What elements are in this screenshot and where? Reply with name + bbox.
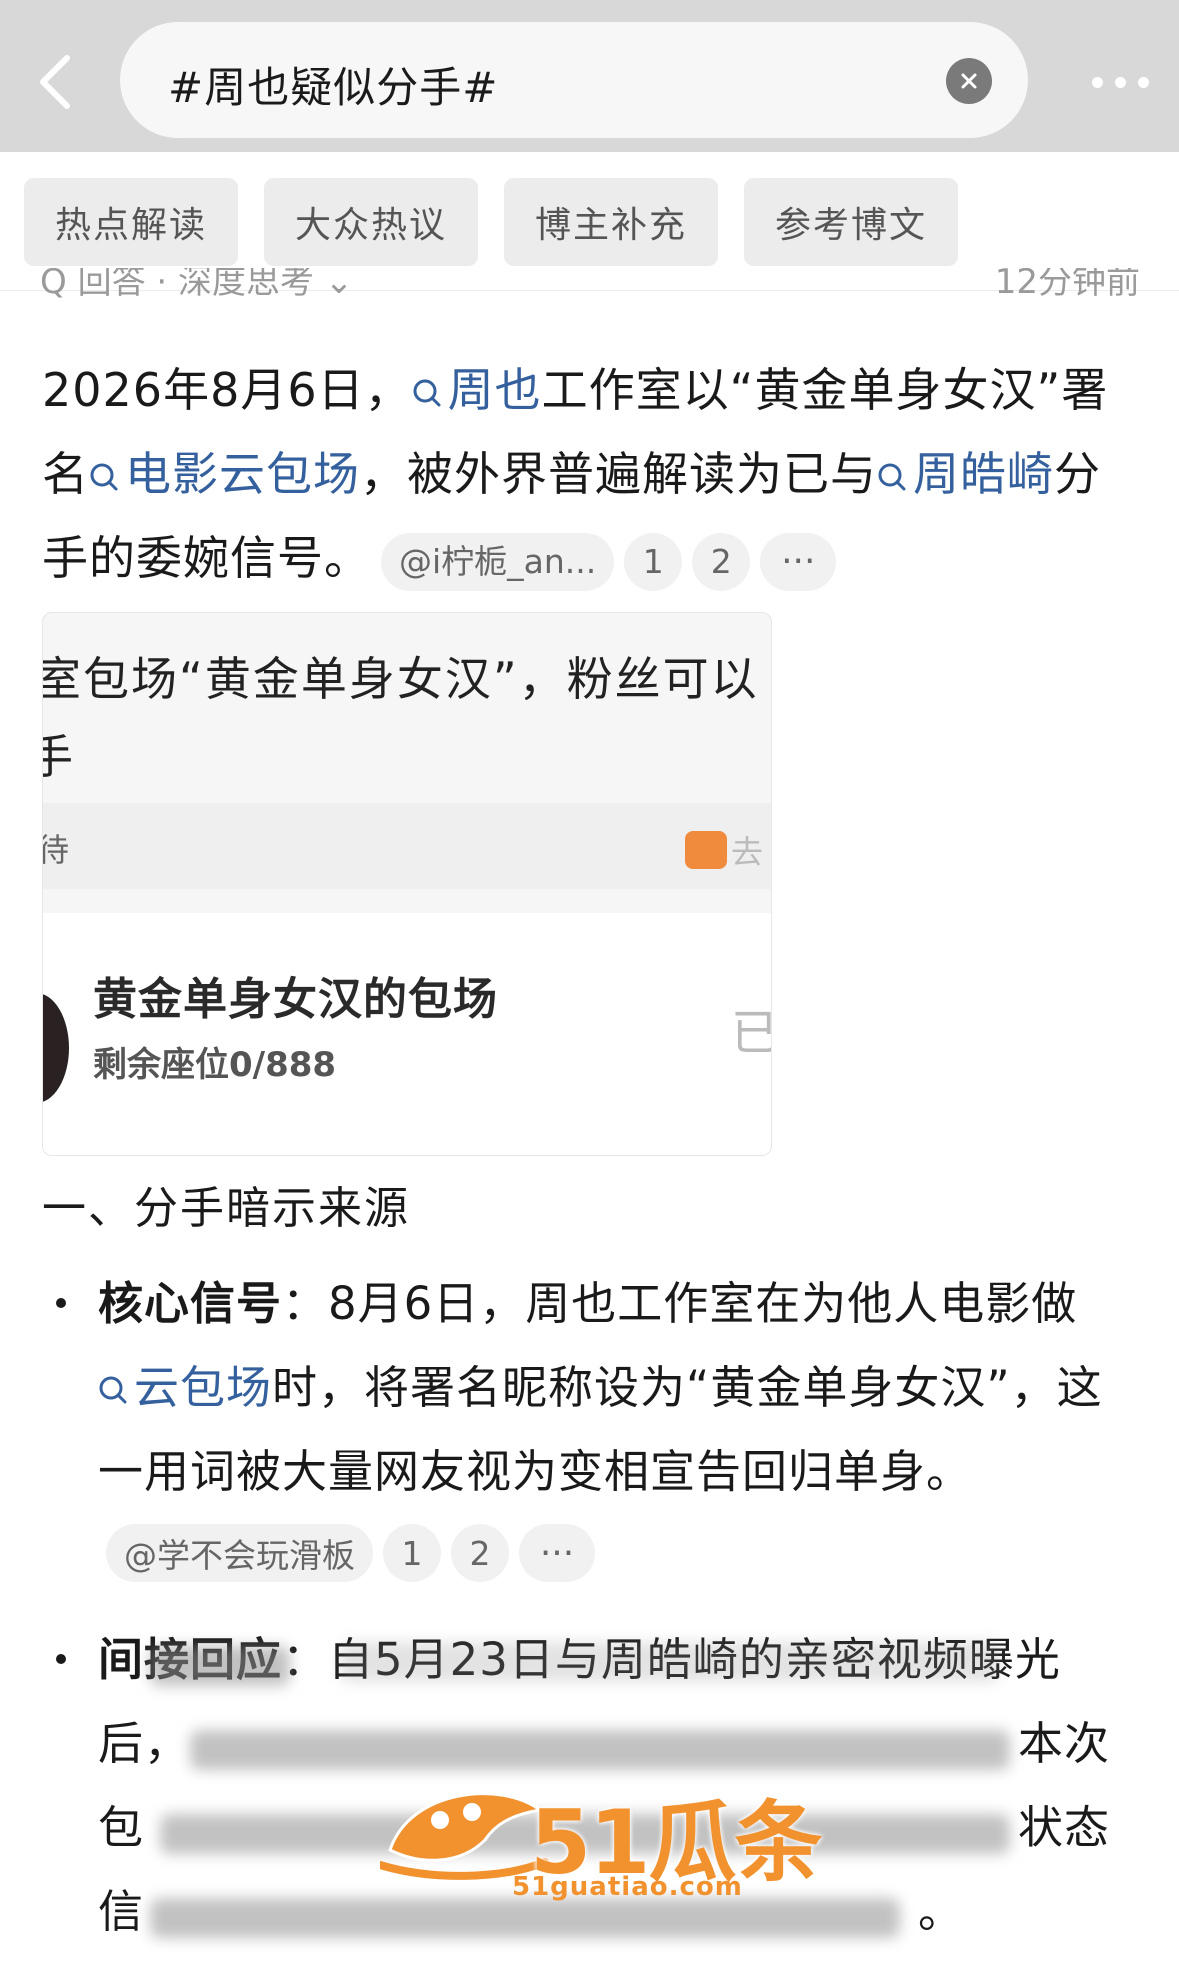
link-zhou-haoqi[interactable]: 周皓崎 bbox=[877, 447, 1054, 501]
ref-chip-1[interactable]: 1 bbox=[383, 1524, 441, 1582]
embed-card-subtitle: 剩余座位0/888 bbox=[93, 1045, 337, 1085]
link-cloud-booking[interactable]: 云包场 bbox=[98, 1361, 272, 1414]
back-chevron-icon bbox=[40, 55, 70, 109]
intro-paragraph: 2026年8月6日， 周也工作室以“黄金单身女汉”署名 电影云包场，被外界普遍解读为… bbox=[42, 348, 1142, 600]
search-link-icon bbox=[878, 463, 906, 491]
item-line-3-right: 状态 bbox=[1018, 1801, 1111, 1854]
search-query-text: #周也疑似分手# bbox=[168, 63, 499, 112]
top-search-bar: #周也疑似分手# bbox=[0, 0, 1179, 152]
search-input[interactable]: #周也疑似分手# bbox=[120, 22, 1028, 138]
ref-chip-2[interactable]: 2 bbox=[692, 532, 751, 591]
intro-text-3: ，被外界普遍解读为已与 bbox=[360, 447, 877, 501]
clear-icon bbox=[961, 73, 977, 89]
source-chip[interactable]: @学不会玩滑板 bbox=[106, 1524, 373, 1582]
list-item-core-signal: 核心信号：8月6日，周也工作室在为他人电影做 云包场时，将署名昵称设为“黄金单身女… bbox=[98, 1277, 1103, 1498]
more-refs-chip[interactable]: ··· bbox=[760, 532, 837, 591]
watermark-url: 51guatiao.com bbox=[512, 1872, 743, 1902]
embed-card bbox=[43, 913, 771, 1155]
embed-band bbox=[43, 803, 771, 889]
back-button[interactable] bbox=[20, 40, 90, 124]
embed-card-title: 黄金单身女汉的包场 bbox=[93, 974, 498, 1025]
tab-blogger-supplement[interactable]: 博主补充 bbox=[504, 178, 718, 266]
embed-line-3-right: 去 bbox=[731, 833, 764, 871]
source-chip[interactable]: @i柠栀_an... bbox=[381, 532, 615, 591]
answer-timestamp: 12分钟前 bbox=[994, 268, 1140, 302]
item-text: 8月6日，周也工作室在为他人电影做 bbox=[328, 1277, 1078, 1330]
search-link-icon bbox=[99, 1376, 127, 1404]
bullet-dot bbox=[56, 1298, 66, 1308]
embed-line-1: 室包场“黄金单身女汉”，粉丝可以 bbox=[42, 652, 759, 706]
section-heading: 一、分手暗示来源 bbox=[42, 1183, 410, 1234]
item-line-2-right: 本次 bbox=[1018, 1717, 1111, 1770]
clear-search-button[interactable] bbox=[946, 58, 992, 104]
more-icon bbox=[1091, 76, 1103, 88]
watermark: 51瓜条 51guatiao.com bbox=[380, 1770, 822, 1902]
embed-line-3: 待 bbox=[43, 825, 69, 871]
embedded-screenshot-image[interactable]: 室包场“黄金单身女汉”，粉丝可以 手 待 去 黄金单身女汉的包场 剩余座位0/8… bbox=[42, 612, 772, 1156]
item-label: 核心信号 bbox=[98, 1277, 283, 1330]
item-line-3-left: 包 bbox=[98, 1801, 145, 1854]
link-zhou-ye[interactable]: 周也 bbox=[412, 363, 542, 417]
ref-chip-2[interactable]: 2 bbox=[451, 1524, 509, 1582]
link-movie-cloud-booking[interactable]: 电影云包场 bbox=[89, 447, 360, 501]
item-line-4-left: 信 bbox=[98, 1885, 145, 1938]
more-refs-chip[interactable]: ··· bbox=[519, 1524, 595, 1582]
answer-mode-label: Q 回答 · 深度思考 ⌄ bbox=[40, 268, 354, 302]
ref-chip-1[interactable]: 1 bbox=[624, 532, 683, 591]
sofa-icon bbox=[685, 831, 727, 869]
embed-line-2: 手 bbox=[43, 721, 73, 787]
tab-public-discussion[interactable]: 大众热议 bbox=[264, 178, 478, 266]
bullet-dot bbox=[56, 1654, 66, 1664]
more-options-button[interactable] bbox=[1068, 60, 1172, 104]
search-link-icon bbox=[413, 379, 441, 407]
search-link-icon bbox=[90, 463, 118, 491]
tab-reference-posts[interactable]: 参考博文 bbox=[744, 178, 958, 266]
intro-text-1: 2026年8月6日， bbox=[42, 363, 412, 417]
item-source-row: @学不会玩滑板 1 2 ··· bbox=[98, 1524, 595, 1584]
answer-meta-row: Q 回答 · 深度思考 ⌄ 12分钟前 bbox=[40, 268, 1140, 302]
tab-hot-interpretation[interactable]: 热点解读 bbox=[24, 178, 238, 266]
embed-card-right: 已 bbox=[731, 993, 771, 1063]
